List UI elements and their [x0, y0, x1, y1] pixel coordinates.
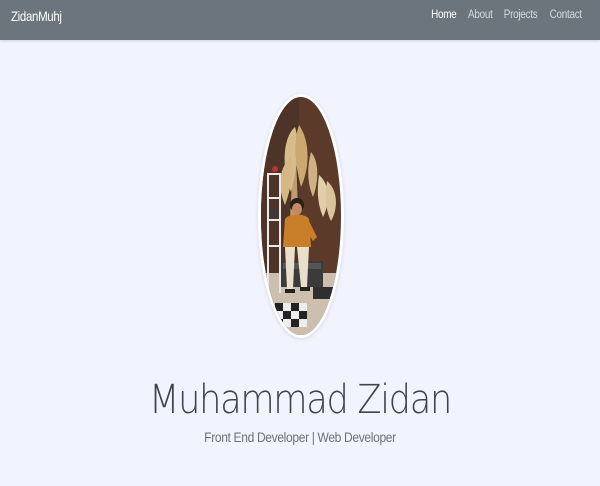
nav-link-projects[interactable]: Projects	[504, 9, 538, 21]
profile-photo	[261, 97, 341, 335]
nav-link-home[interactable]: Home	[431, 9, 457, 21]
profile-photo-frame	[258, 94, 344, 338]
navbar: ZidanMuhj Home About Projects Contact	[0, 0, 600, 40]
nav-links: Home About Projects Contact	[429, 9, 585, 21]
hero-subtitle: Front End Developer | Web Developer	[204, 429, 396, 445]
nav-link-about[interactable]: About	[468, 9, 493, 21]
navbar-brand[interactable]: ZidanMuhj	[11, 8, 62, 24]
nav-link-contact[interactable]: Contact	[550, 9, 583, 21]
hero-name: Muhammad Zidan	[149, 376, 452, 423]
profile-photo-illustration	[261, 97, 341, 335]
